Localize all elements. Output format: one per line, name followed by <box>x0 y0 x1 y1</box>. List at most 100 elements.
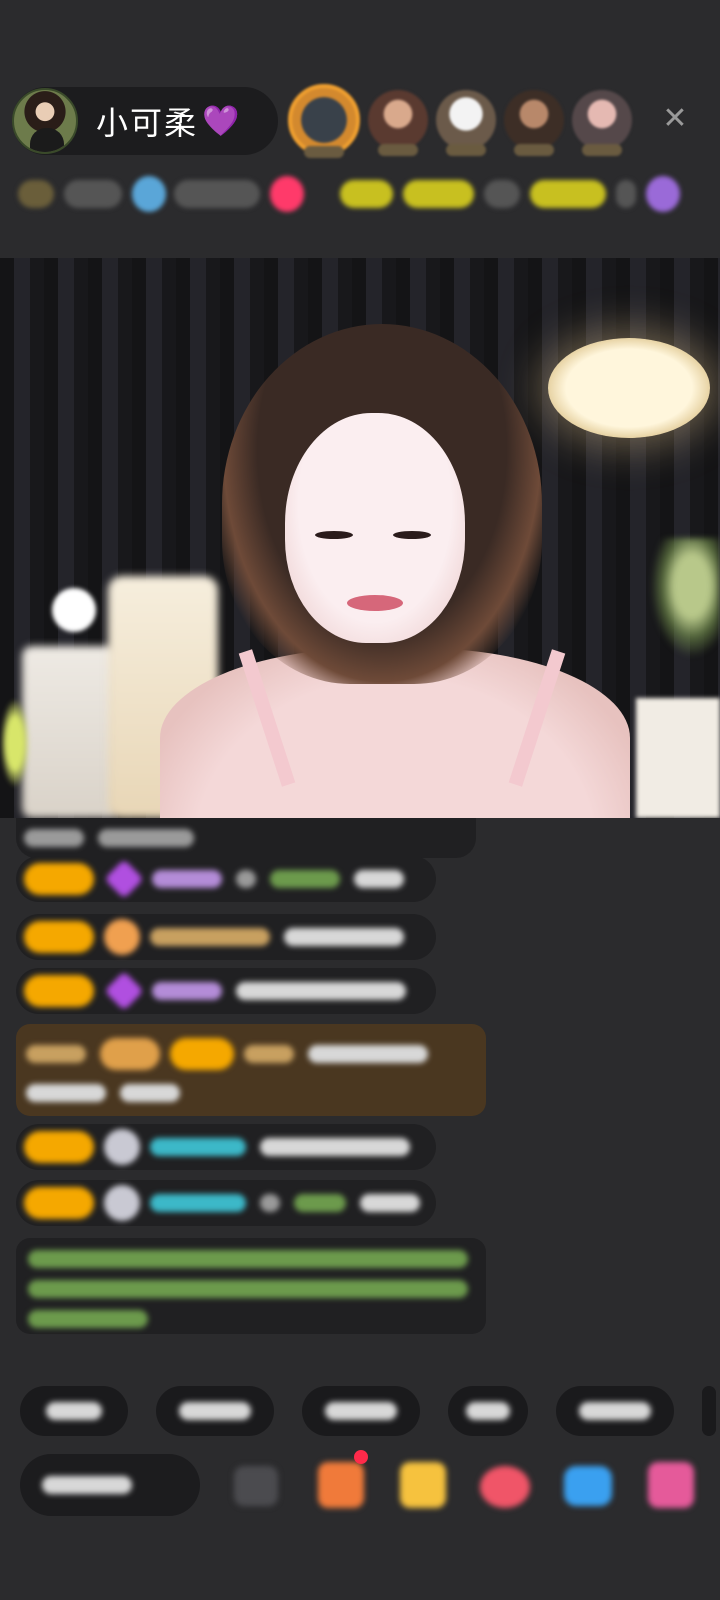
chat-text <box>260 1138 410 1156</box>
quick-reply-chip[interactable] <box>556 1386 674 1436</box>
chat-text <box>98 829 194 847</box>
highlighted-chat-message[interactable] <box>16 1024 486 1116</box>
chip-label <box>325 1402 397 1420</box>
close-icon[interactable]: ✕ <box>660 104 690 134</box>
quick-reply-chip[interactable] <box>302 1386 420 1436</box>
chat-text <box>26 1084 106 1102</box>
fan-medal-icon <box>104 1129 140 1165</box>
viewer-rank-badge <box>304 146 344 158</box>
eye <box>393 531 431 539</box>
username[interactable] <box>294 1194 346 1212</box>
lips <box>347 595 403 611</box>
username[interactable] <box>150 1194 246 1212</box>
comment-placeholder <box>42 1476 132 1494</box>
eye <box>315 531 353 539</box>
chip-label <box>466 1402 510 1420</box>
viewer-avatar[interactable] <box>368 90 428 156</box>
game-icon[interactable] <box>564 1466 612 1506</box>
activity-tag[interactable] <box>530 180 607 208</box>
fan-medal-icon <box>104 919 140 955</box>
viewer-avatar[interactable] <box>504 90 564 156</box>
plant <box>0 698 30 788</box>
viewer-avatar[interactable] <box>288 84 360 158</box>
chip-label <box>179 1402 251 1420</box>
chat-text <box>260 1194 280 1212</box>
gem-icon <box>104 859 144 899</box>
comment-input[interactable] <box>20 1454 200 1516</box>
chat-text <box>236 870 256 888</box>
username[interactable] <box>152 870 222 888</box>
viewer-rank-badge <box>378 144 418 156</box>
rank-badge <box>18 180 55 208</box>
fan-medal-icon <box>104 1185 140 1221</box>
top-viewers-list <box>288 84 640 158</box>
chat-message[interactable] <box>16 914 436 960</box>
chat-text <box>308 1045 428 1063</box>
chat-text <box>120 1084 180 1102</box>
rank-text <box>64 180 122 208</box>
heart-icon[interactable] <box>480 1466 530 1508</box>
host-info-pill[interactable]: 小可柔 💜 <box>12 87 278 155</box>
hourly-rank-text <box>174 180 260 208</box>
live-video-stream[interactable] <box>0 258 720 818</box>
quick-reply-chip[interactable] <box>702 1386 716 1436</box>
chip-label <box>579 1402 651 1420</box>
username[interactable] <box>150 928 270 946</box>
viewer-rank-badge <box>446 144 486 156</box>
host-avatar[interactable] <box>12 88 78 154</box>
quick-reply-bar <box>20 1386 716 1436</box>
chat-text <box>284 928 404 946</box>
candle <box>22 646 118 818</box>
fan-club-icon[interactable] <box>318 1462 364 1508</box>
level-badge <box>24 1187 94 1219</box>
gem-icon <box>104 971 144 1011</box>
more-icon[interactable] <box>648 1462 694 1508</box>
activity-icon[interactable] <box>645 176 680 212</box>
emoji-icon[interactable] <box>234 1466 278 1506</box>
chat-message[interactable] <box>16 1124 436 1170</box>
chat-message[interactable] <box>16 856 436 902</box>
system-notice <box>16 1238 486 1334</box>
system-text <box>28 1280 468 1298</box>
system-text <box>28 1310 148 1328</box>
level-badge <box>24 1131 94 1163</box>
chat-text <box>360 1194 420 1212</box>
quick-reply-chip[interactable] <box>20 1386 128 1436</box>
level-badge <box>24 863 94 895</box>
pk-icon[interactable] <box>269 176 305 212</box>
viewer-avatar[interactable] <box>572 90 632 156</box>
activity-tag[interactable] <box>403 180 474 208</box>
username[interactable] <box>150 1138 246 1156</box>
viewer-rank-badge <box>582 144 622 156</box>
chat-message[interactable] <box>16 818 476 858</box>
gift-icon[interactable] <box>400 1462 446 1508</box>
streamer-face <box>285 413 465 643</box>
level-badge <box>100 1038 160 1070</box>
light-bulb <box>52 588 96 632</box>
activity-tag[interactable] <box>339 180 394 208</box>
host-name: 小可柔 <box>96 104 199 142</box>
viewer-avatar[interactable] <box>436 90 496 156</box>
chat-text <box>236 982 406 1000</box>
streamer <box>150 318 650 818</box>
quick-reply-chip[interactable] <box>448 1386 528 1436</box>
chat-message[interactable] <box>16 968 436 1014</box>
username[interactable] <box>270 870 340 888</box>
plant <box>650 538 720 658</box>
activity-tag <box>483 180 521 208</box>
username[interactable] <box>152 982 222 1000</box>
notification-dot <box>354 1450 368 1464</box>
chat-message[interactable] <box>16 1180 436 1226</box>
viewer-rank-badge <box>514 144 554 156</box>
level-badge <box>24 975 94 1007</box>
heart-icon: 💜 <box>202 103 240 139</box>
status-bar-blurred <box>18 172 688 216</box>
username[interactable] <box>244 1045 294 1063</box>
quick-reply-chip[interactable] <box>156 1386 274 1436</box>
system-text <box>28 1250 468 1268</box>
chat-text <box>354 870 404 888</box>
level-badge <box>24 921 94 953</box>
chat-text <box>24 829 84 847</box>
activity-tag <box>616 180 636 208</box>
